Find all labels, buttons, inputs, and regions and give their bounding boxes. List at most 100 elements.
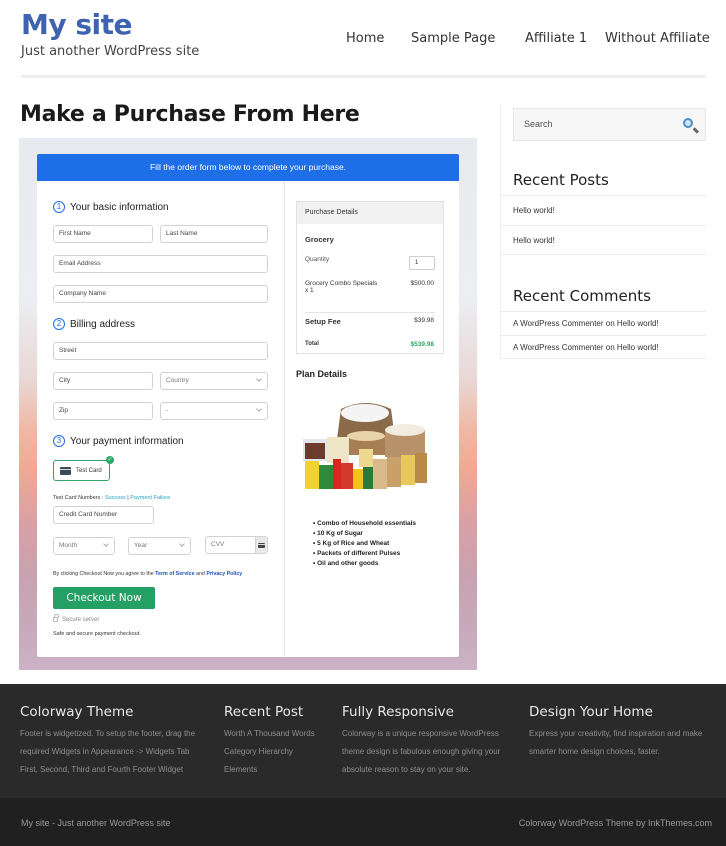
item-name: Grocery Combo Specials x 1 [305, 280, 377, 294]
footer-theme-credit[interactable]: Colorway WordPress Theme by InkThemes.co… [519, 818, 712, 828]
quantity-input[interactable]: 1 [409, 256, 435, 270]
footer-column-title: Design Your Home [529, 704, 653, 720]
nav-affiliate-1[interactable]: Affiliate 1 [525, 31, 587, 46]
nav-sample-page[interactable]: Sample Page [411, 31, 495, 46]
nav-home[interactable]: Home [346, 31, 384, 46]
plan-feature: Oil and other goods [313, 559, 416, 569]
year-select[interactable]: Year [128, 537, 191, 555]
footer-column-colorway: Colorway Theme Footer is widgetized. To … [20, 704, 195, 779]
payment-option-test-card[interactable]: Test Card ✓ [53, 456, 114, 481]
site-footer: Colorway Theme Footer is widgetized. To … [0, 684, 726, 798]
cvv-placeholder: CVV [211, 541, 225, 548]
street-field[interactable]: Street [53, 342, 268, 360]
secure-server-label: Secure server [62, 617, 100, 623]
checkout-now-button[interactable]: Checkout Now [53, 587, 155, 609]
section-payment-heading: 3 Your payment information [53, 435, 184, 447]
email-field[interactable]: Email Address [53, 255, 268, 273]
plan-details-title: Plan Details [296, 369, 348, 379]
item-name-line2: x 1 [305, 287, 314, 294]
section-basic-info-heading: 1 Your basic information [53, 201, 169, 213]
item-name-line1: Grocery Combo Specials [305, 280, 378, 287]
recent-comments-title: Recent Comments [513, 287, 651, 305]
nav-without-affiliate[interactable]: Without Affiliate [605, 31, 710, 46]
recent-post-item[interactable]: Hello world! [500, 225, 706, 255]
test-failure-link[interactable]: Payment Failure [130, 495, 170, 501]
purchase-details-panel: Purchase Details Grocery Quantity 1 Groc… [296, 201, 444, 354]
page-title: Make a Purchase From Here [20, 102, 360, 127]
agree-prefix: By clicking Checkout Now you agree to th… [53, 571, 156, 577]
divider [305, 312, 435, 313]
footer-column-design-home: Design Your Home Express your creativity… [529, 704, 702, 761]
footer-text-line: First, Second, Third and Fourth Footer W… [20, 765, 184, 774]
test-card-numbers: Test Card Numbers : Success | Payment Fa… [53, 495, 170, 501]
footer-post-link[interactable]: Elements [224, 761, 315, 779]
footer-site-credit[interactable]: My site - Just another WordPress site [21, 818, 170, 828]
comment-post-link[interactable]: Hello world! [617, 319, 659, 328]
comment-author-link[interactable]: A WordPress Commenter [513, 343, 604, 352]
site-header: My site Just another WordPress site Home… [0, 0, 726, 80]
footer-column-responsive: Fully Responsive Colorway is a unique re… [342, 704, 500, 779]
card-icon [255, 537, 267, 553]
plan-feature: Combo of Household essentials [313, 519, 416, 529]
state-select-value: - [166, 407, 169, 414]
secure-server: Secure server [53, 614, 100, 623]
quantity-label: Quantity [305, 256, 330, 263]
site-title[interactable]: My site [21, 8, 133, 41]
comment-on: on [603, 319, 617, 328]
footer-text-line: Express your creativity, find inspiratio… [529, 729, 703, 738]
privacy-link[interactable]: Privacy Policy [206, 571, 242, 577]
footer-text-line: theme design is fabulous enough giving y… [342, 747, 501, 756]
secure-note: Safe and secure payment checkout. [53, 631, 141, 637]
chevron-down-icon [179, 541, 185, 547]
credit-card-number-field[interactable]: Credit Card Number [53, 506, 154, 524]
footer-text-line: absolute reason to stay on your site. [342, 765, 471, 774]
test-success-link[interactable]: Success [105, 495, 126, 501]
footer-column-title: Recent Post [224, 704, 304, 720]
chevron-down-icon [256, 376, 262, 382]
total-value: $539.98 [410, 341, 435, 348]
company-field[interactable]: Company Name [53, 285, 268, 303]
comment-on: on [603, 343, 617, 352]
comment-post-link[interactable]: Hello world! [617, 343, 659, 352]
search-input[interactable]: Search [513, 108, 706, 141]
search-placeholder: Search [524, 119, 553, 129]
month-select[interactable]: Month [53, 537, 115, 555]
footer-text-line: required Widgets in Appearance -> Widget… [20, 747, 190, 756]
year-select-value: Year [134, 542, 148, 549]
footer-bottom-bar: My site - Just another WordPress site Co… [0, 798, 726, 846]
order-form-card: Fill the order form below to complete yo… [37, 154, 459, 657]
credit-card-icon [60, 466, 71, 475]
item-price: $500.00 [410, 280, 435, 287]
step-number-2: 2 [53, 318, 65, 330]
section-title: Your payment information [70, 435, 184, 447]
zip-field[interactable]: Zip [53, 402, 153, 420]
country-select[interactable]: Country [160, 372, 268, 390]
plan-feature: Packets of different Pulses [313, 549, 416, 559]
plan-feature: 5 Kg of Rice and Wheat [313, 539, 416, 549]
footer-post-link[interactable]: Worth A Thousand Words [224, 725, 315, 743]
section-title: Your basic information [70, 201, 169, 213]
footer-post-link[interactable]: Category Hierarchy [224, 743, 315, 761]
recent-post-item[interactable]: Hello world! [500, 195, 706, 225]
city-field[interactable]: City [53, 372, 153, 390]
cvv-field[interactable]: CVV [205, 536, 268, 554]
terms-link[interactable]: Term of Service [155, 571, 194, 577]
first-name-field[interactable]: First Name [53, 225, 153, 243]
last-name-field[interactable]: Last Name [160, 225, 268, 243]
search-icon[interactable] [683, 118, 693, 128]
total-label: Total [305, 341, 319, 347]
section-billing-heading: 2 Billing address [53, 318, 135, 330]
comment-author-link[interactable]: A WordPress Commenter [513, 319, 604, 328]
purchase-details-title: Purchase Details [297, 202, 443, 224]
state-select[interactable]: - [160, 402, 268, 420]
country-select-value: Country [166, 377, 189, 384]
section-title: Billing address [70, 318, 136, 330]
lock-icon [53, 614, 59, 622]
footer-column-title: Fully Responsive [342, 704, 454, 720]
header-divider [21, 75, 706, 78]
step-number-1: 1 [53, 201, 65, 213]
month-select-value: Month [59, 542, 78, 549]
chevron-down-icon [103, 541, 109, 547]
footer-text-line: Colorway is a unique responsive WordPres… [342, 729, 499, 738]
payment-option-label: Test Card [76, 467, 102, 474]
